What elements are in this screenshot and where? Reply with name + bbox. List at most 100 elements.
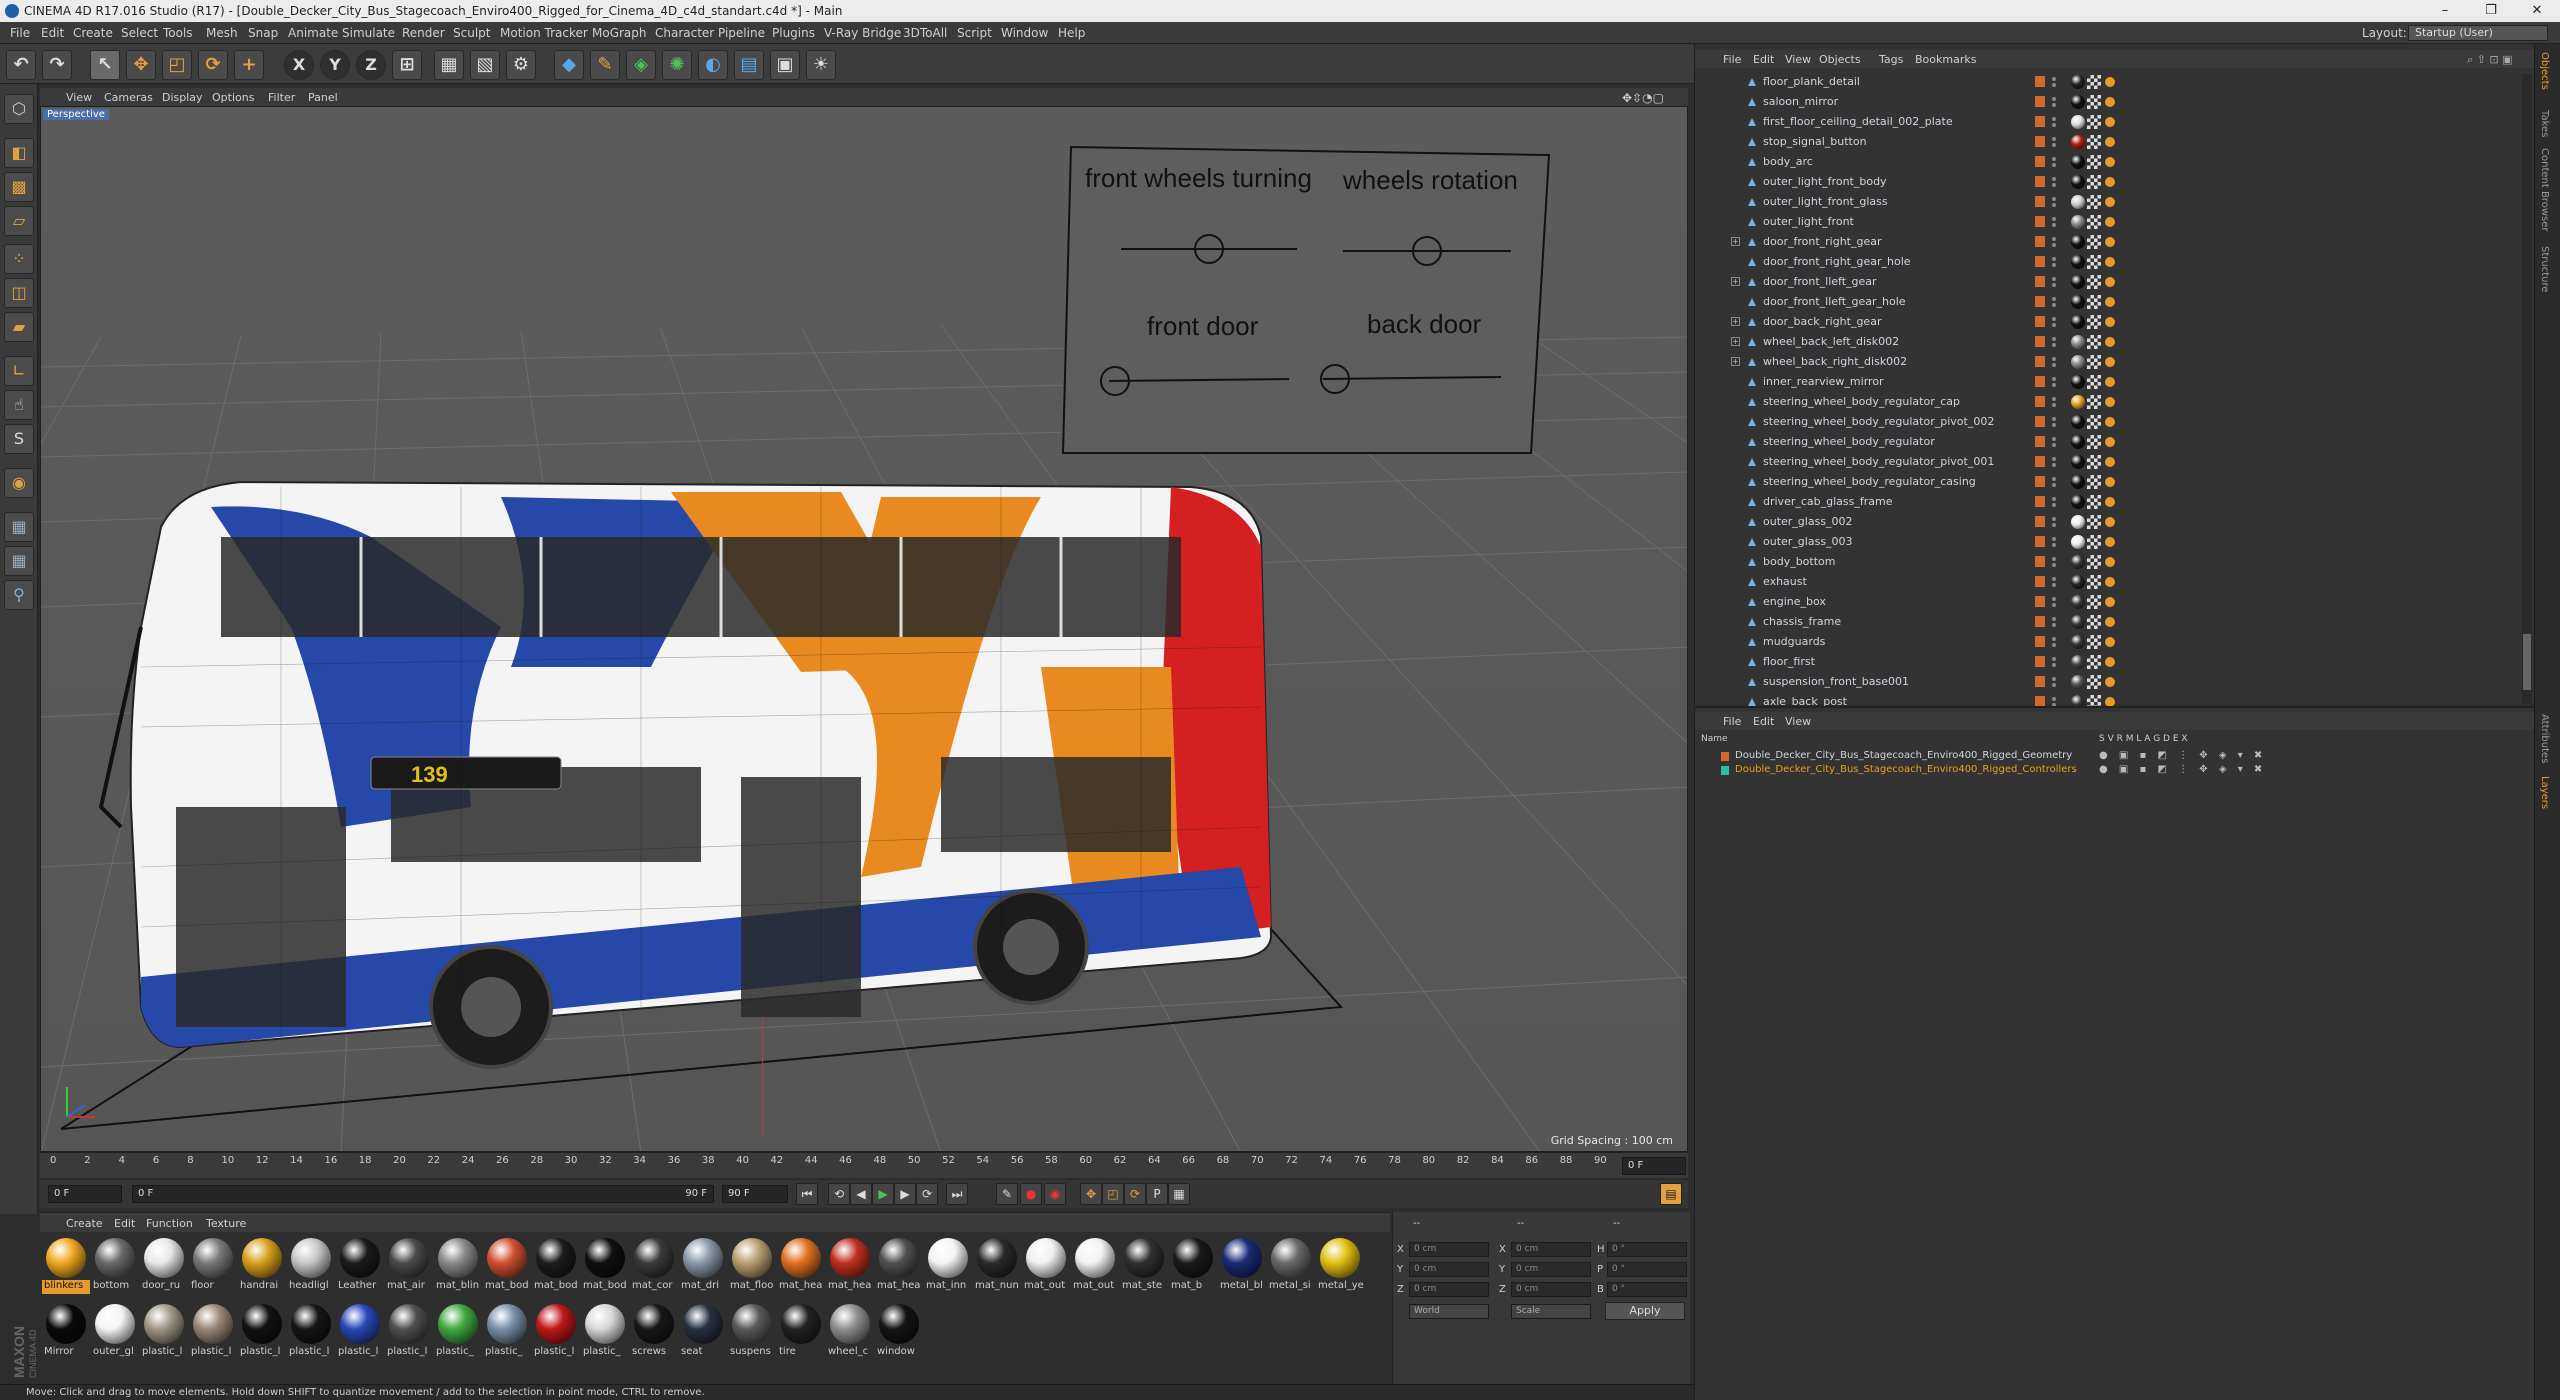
visibility-dots-icon[interactable] [2051,435,2057,449]
object-row[interactable]: steering_wheel_body_regulator_casing [1695,472,2521,492]
obj-menu-view[interactable]: View [1785,53,1811,66]
material-swatch[interactable]: Leather [336,1236,382,1298]
texture-tag-icon[interactable] [2105,597,2115,607]
record-icon[interactable]: ● [1020,1183,1042,1205]
layer-color-swatch[interactable] [2035,496,2045,507]
layer-color-swatch[interactable] [2035,156,2045,167]
object-row[interactable]: + door_back_right_gear [1695,312,2521,332]
object-row[interactable]: outer_light_front [1695,212,2521,232]
undo-icon[interactable]: ↶ [6,50,36,80]
object-row[interactable]: door_front_right_gear_hole [1695,252,2521,272]
material-swatch[interactable]: plastic_ [483,1302,529,1364]
live-select-icon[interactable]: + [234,50,264,80]
material-tag-icon[interactable] [2071,235,2085,249]
side-tab-layers[interactable]: Layers [2539,776,2550,809]
size-z-field[interactable]: 0 cm [1511,1282,1591,1297]
layer-row[interactable]: Double_Decker_City_Bus_Stagecoach_Enviro… [1695,750,2535,764]
menu-animate[interactable]: Animate [288,26,338,40]
uvw-tag-icon[interactable] [2087,75,2101,89]
model-mode-icon[interactable]: ◧ [4,138,34,168]
material-swatch[interactable]: plastic_l [238,1302,284,1364]
material-swatch[interactable]: mat_bod [581,1236,627,1298]
expand-toggle-icon[interactable]: + [1731,237,1740,246]
obj-menu-edit[interactable]: Edit [1753,53,1774,66]
menu-vray-bridge[interactable]: V-Ray Bridge [824,26,901,40]
layer-color-swatch[interactable] [2035,116,2045,127]
layer-color-swatch[interactable] [2035,416,2045,427]
rotate-icon[interactable]: ⟳ [198,50,228,80]
key-param-icon[interactable]: P [1146,1183,1168,1205]
obj-menu-tags[interactable]: Tags [1879,53,1903,66]
light-icon[interactable]: ☀ [806,50,836,80]
layer-toggle-icons[interactable]: ● ▣ ▪ ◩ ⋮ ✥ ◈ ▾ ✖ [2099,750,2266,761]
material-swatch[interactable]: mat_inn [924,1236,970,1298]
menu-snap[interactable]: Snap [248,26,278,40]
pos-y-field[interactable]: 0 cm [1409,1262,1489,1277]
visibility-dots-icon[interactable] [2051,175,2057,189]
material-swatch[interactable]: plastic_l [532,1302,578,1364]
menu-simulate[interactable]: Simulate [342,26,395,40]
layer-color-swatch[interactable] [2035,476,2045,487]
object-row[interactable]: outer_light_front_body [1695,172,2521,192]
object-row[interactable]: first_floor_ceiling_detail_002_plate [1695,112,2521,132]
material-swatch[interactable]: Mirror [42,1302,88,1364]
texture-tag-icon[interactable] [2105,217,2115,227]
floor-icon[interactable]: ▤ [734,50,764,80]
texture-tag-icon[interactable] [2105,257,2115,267]
layer-color-swatch[interactable] [2035,336,2045,347]
texture-tag-icon[interactable] [2105,397,2115,407]
rot-h-field[interactable]: 0 ° [1607,1242,1687,1257]
material-swatch[interactable]: mat_floo [728,1236,774,1298]
object-row[interactable]: + door_front_lleft_gear [1695,272,2521,292]
uvw-tag-icon[interactable] [2087,315,2101,329]
layer-color-swatch[interactable] [2035,276,2045,287]
material-swatch[interactable]: seat [679,1302,725,1364]
layer-color-swatch[interactable] [2035,616,2045,627]
uvw-tag-icon[interactable] [2087,135,2101,149]
material-tag-icon[interactable] [2071,135,2085,149]
obj-menu-objects[interactable]: Objects [1819,53,1861,66]
render-picture-viewer-icon[interactable]: ▧ [470,50,500,80]
material-tag-icon[interactable] [2071,495,2085,509]
visibility-dots-icon[interactable] [2051,595,2057,609]
record-keys-icon[interactable]: ✎ [996,1183,1018,1205]
uvw-tag-icon[interactable] [2087,155,2101,169]
material-tag-icon[interactable] [2071,255,2085,269]
texture-tag-icon[interactable] [2105,97,2115,107]
visibility-dots-icon[interactable] [2051,515,2057,529]
obj-search-icons[interactable]: ⌕ ⇧ ⊡ ▣ [2467,53,2512,67]
object-row[interactable]: outer_glass_002 [1695,512,2521,532]
layer-menu-view[interactable]: View [1785,715,1811,728]
material-swatch[interactable]: mat_cor [630,1236,676,1298]
menu-mesh[interactable]: Mesh [206,26,238,40]
texture-tag-icon[interactable] [2105,77,2115,87]
camera-icon[interactable]: ▣ [770,50,800,80]
texture-mode-icon[interactable]: ▩ [4,172,34,202]
texture-tag-icon[interactable] [2105,497,2115,507]
layer-color-swatch[interactable] [2035,136,2045,147]
obj-menu-bookmarks[interactable]: Bookmarks [1915,53,1976,66]
material-tag-icon[interactable] [2071,455,2085,469]
coord-mode-select[interactable]: World [1409,1304,1489,1319]
uvw-tag-icon[interactable] [2087,595,2101,609]
material-swatch[interactable]: window [875,1302,921,1364]
visibility-dots-icon[interactable] [2051,535,2057,549]
texture-tag-icon[interactable] [2105,177,2115,187]
menu-motion-tracker[interactable]: Motion Tracker [500,26,588,40]
perspective-viewport[interactable]: front wheels turning wheels rotation fro… [40,106,1688,1152]
material-tag-icon[interactable] [2071,635,2085,649]
visibility-dots-icon[interactable] [2051,675,2057,689]
vp-menu-filter[interactable]: Filter [268,91,295,104]
maximize-button[interactable]: ❐ [2468,0,2514,22]
material-swatch[interactable]: mat_out [1022,1236,1068,1298]
object-row[interactable]: body_arc [1695,152,2521,172]
material-swatch[interactable]: mat_blin [434,1236,480,1298]
layer-color-swatch[interactable] [2035,536,2045,547]
uvw-tag-icon[interactable] [2087,455,2101,469]
material-swatch[interactable]: screws [630,1302,676,1364]
object-row[interactable]: saloon_mirror [1695,92,2521,112]
visibility-dots-icon[interactable] [2051,355,2057,369]
visibility-dots-icon[interactable] [2051,635,2057,649]
points-mode-icon[interactable]: ⁘ [4,244,34,274]
object-row[interactable]: steering_wheel_body_regulator_pivot_002 [1695,412,2521,432]
